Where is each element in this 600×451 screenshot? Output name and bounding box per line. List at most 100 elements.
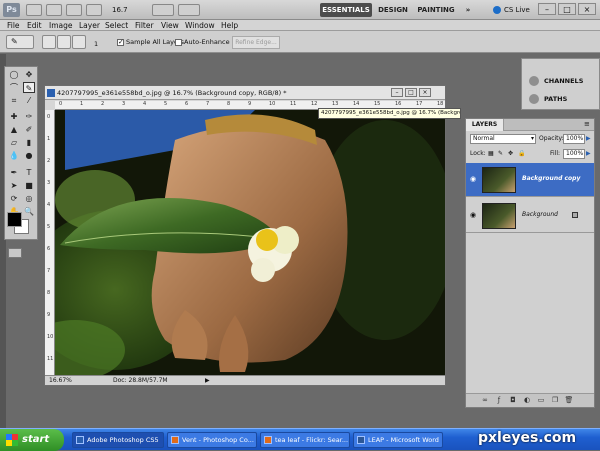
minimize-button[interactable]: – — [538, 3, 556, 15]
eye-icon[interactable]: ◉ — [470, 211, 478, 219]
ruler-tick-label: 12 — [311, 101, 318, 107]
task-flickr[interactable]: tea leaf - Flickr: Sear... — [260, 432, 350, 448]
new-layer-icon[interactable]: ❐ — [550, 396, 560, 405]
3d-rotate-tool-icon[interactable]: ⟳ — [8, 193, 20, 204]
brush-size[interactable]: 1 — [94, 40, 98, 49]
hand-icon[interactable] — [86, 4, 102, 16]
menu-layer[interactable]: Layer — [79, 20, 100, 31]
maximize-button[interactable]: □ — [558, 3, 576, 15]
link-layers-icon[interactable]: ∞ — [480, 396, 490, 405]
task-vent[interactable]: Vent - Photoshop Co... — [167, 432, 257, 448]
panel-menu-icon[interactable]: ≡ — [584, 120, 590, 128]
mini-bridge-icon[interactable] — [46, 4, 62, 16]
fill-field[interactable]: 100% — [563, 149, 585, 159]
layer-name[interactable]: Background — [522, 211, 558, 218]
sample-all-layers-checkbox[interactable]: ✓ — [117, 38, 124, 46]
shape-tool-icon[interactable]: ■ — [23, 180, 35, 191]
layer-style-icon[interactable]: ƒ — [494, 396, 504, 405]
ruler-tick-label: 18 — [437, 101, 444, 107]
quick-mask-icon[interactable] — [8, 248, 22, 258]
channels-panel-button[interactable]: CHANNELS — [526, 73, 598, 89]
history-brush-tool-icon[interactable]: ✐ — [23, 124, 35, 135]
clone-stamp-tool-icon[interactable]: ▲ — [8, 124, 20, 135]
layer-name[interactable]: Background copy — [522, 175, 580, 182]
close-button[interactable]: × — [578, 3, 596, 15]
menu-help[interactable]: Help — [221, 20, 238, 31]
lock-position-icon[interactable]: ✥ — [508, 149, 513, 159]
bridge-icon[interactable] — [26, 4, 42, 16]
layer-row-background-copy[interactable]: ◉ Background copy — [466, 163, 594, 197]
lock-all-icon[interactable]: 🔒 — [518, 149, 525, 159]
zoom-tool-icon[interactable]: 🔍 — [23, 206, 35, 217]
eye-icon[interactable]: ◉ — [470, 175, 478, 183]
foreground-color-swatch[interactable] — [7, 212, 22, 227]
vertical-ruler: 0 1 2 3 4 5 6 7 8 9 10 11 — [45, 110, 55, 375]
layer-row-background[interactable]: ◉ Background — [466, 199, 594, 233]
menu-filter[interactable]: Filter — [135, 20, 154, 31]
layers-panel-footer: ∞ ƒ ◘ ◐ ▭ ❐ 🗑 — [466, 393, 594, 407]
blur-tool-icon[interactable]: 💧 — [8, 150, 20, 161]
menu-window[interactable]: Window — [185, 20, 215, 31]
workspace-essentials[interactable]: ESSENTIALS — [320, 3, 372, 17]
zoom-status[interactable]: 16.67% — [49, 376, 72, 386]
crop-tool-icon[interactable]: ⌗ — [8, 95, 20, 106]
delete-layer-icon[interactable]: 🗑 — [564, 396, 574, 405]
subtract-from-selection-icon[interactable] — [72, 35, 86, 49]
type-tool-icon[interactable]: T — [23, 167, 35, 178]
ruler-tick-label: 15 — [374, 101, 381, 107]
canvas-image[interactable] — [55, 110, 445, 376]
layers-tab[interactable]: LAYERS — [466, 119, 504, 131]
grid-icon[interactable] — [66, 4, 82, 16]
auto-enhance-checkbox[interactable] — [175, 39, 182, 46]
doc-close-button[interactable]: × — [419, 88, 431, 97]
arrange-documents-icon[interactable] — [152, 4, 174, 16]
pen-tool-icon[interactable]: ✒ — [8, 167, 20, 178]
fill-arrow-icon[interactable]: ▶ — [586, 149, 591, 159]
refine-edge-button[interactable]: Refine Edge... — [232, 36, 280, 49]
lock-image-icon[interactable]: ✎ — [498, 149, 503, 159]
cs-live-button[interactable]: CS Live — [504, 3, 530, 17]
lock-transparent-icon[interactable]: ▦ — [488, 149, 494, 159]
task-word[interactable]: LEAP - Microsoft Word — [353, 432, 443, 448]
blend-mode-select[interactable]: Normal ▾ — [470, 134, 536, 144]
opacity-field[interactable]: 100% — [563, 134, 585, 144]
move-tool-icon[interactable]: ✥ — [23, 69, 35, 80]
marquee-tool-icon[interactable]: ◯ — [8, 69, 20, 80]
path-selection-tool-icon[interactable]: ➤ — [8, 180, 20, 191]
healing-brush-tool-icon[interactable]: ✚ — [8, 111, 20, 122]
screen-mode-icon[interactable] — [178, 4, 200, 16]
quick-selection-tool-icon[interactable]: ✎ — [23, 82, 35, 93]
menu-image[interactable]: Image — [49, 20, 73, 31]
menu-edit[interactable]: Edit — [27, 20, 42, 31]
task-photoshop[interactable]: Adobe Photoshop CS5 — [72, 432, 164, 448]
document-title[interactable]: 4207797995_e361e558bd_o.jpg @ 16.7% (Bac… — [45, 86, 445, 100]
zoom-level[interactable]: 16.7 — [110, 4, 146, 16]
new-selection-icon[interactable] — [42, 35, 56, 49]
tool-preset-picker[interactable]: ✎ — [6, 35, 34, 49]
menu-view[interactable]: View — [161, 20, 179, 31]
doc-maximize-button[interactable]: □ — [405, 88, 417, 97]
brush-tool-icon[interactable]: ✑ — [23, 111, 35, 122]
eyedropper-tool-icon[interactable]: ⁄ — [23, 95, 35, 106]
dodge-tool-icon[interactable]: ● — [23, 150, 35, 161]
lasso-tool-icon[interactable]: ⌒ — [8, 82, 20, 93]
workspace-painting[interactable]: PAINTING — [414, 3, 458, 17]
doc-minimize-button[interactable]: – — [391, 88, 403, 97]
status-bar: 16.67% Doc: 28.8M/57.7M ▶ — [45, 375, 445, 385]
menu-select[interactable]: Select — [105, 20, 128, 31]
3d-orbit-tool-icon[interactable]: ◎ — [23, 193, 35, 204]
menu-bar: File Edit Image Layer Select Filter View… — [0, 20, 600, 31]
layer-mask-icon[interactable]: ◘ — [508, 396, 518, 405]
doc-size-status: Doc: 28.8M/57.7M — [113, 377, 168, 384]
workspace-design[interactable]: DESIGN — [374, 3, 412, 17]
new-group-icon[interactable]: ▭ — [536, 396, 546, 405]
paths-panel-button[interactable]: PATHS — [526, 91, 598, 107]
opacity-arrow-icon[interactable]: ▶ — [586, 134, 591, 144]
adjustment-layer-icon[interactable]: ◐ — [522, 396, 532, 405]
menu-file[interactable]: File — [7, 20, 20, 31]
gradient-tool-icon[interactable]: ▮ — [23, 137, 35, 148]
add-to-selection-icon[interactable] — [57, 35, 71, 49]
status-menu-arrow-icon[interactable]: ▶ — [205, 376, 210, 386]
more-workspaces-icon[interactable]: » — [462, 3, 474, 17]
eraser-tool-icon[interactable]: ▱ — [8, 137, 20, 148]
